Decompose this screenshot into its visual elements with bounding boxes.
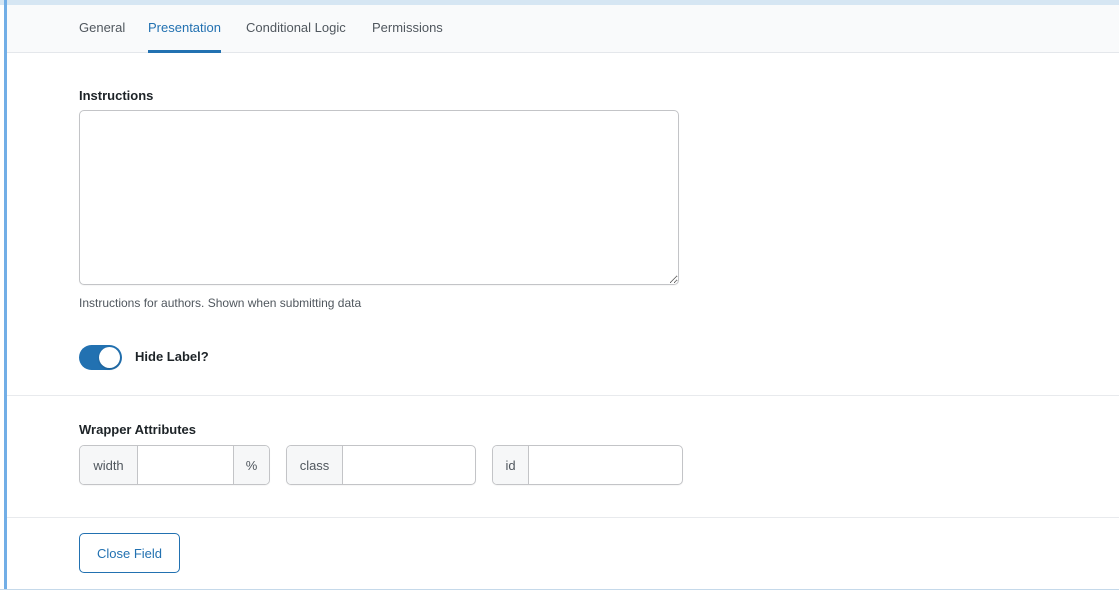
tab-presentation[interactable]: Presentation xyxy=(148,5,221,53)
wrapper-class-group: class xyxy=(286,445,476,485)
wrapper-width-group: width % xyxy=(79,445,270,485)
wrapper-id-group: id xyxy=(492,445,683,485)
instructions-label: Instructions xyxy=(79,88,154,103)
wrapper-attributes-label: Wrapper Attributes xyxy=(79,422,197,437)
wrapper-width-input[interactable] xyxy=(138,446,233,484)
settings-tabs: General Presentation Conditional Logic P… xyxy=(7,5,1119,53)
hide-label-text: Hide Label? xyxy=(135,349,209,364)
close-field-button[interactable]: Close Field xyxy=(79,533,180,573)
field-settings-panel: General Presentation Conditional Logic P… xyxy=(0,0,1119,590)
wrapper-id-input[interactable] xyxy=(529,446,682,484)
instructions-textarea[interactable] xyxy=(79,110,679,285)
toggle-knob xyxy=(99,347,120,368)
width-prepend-label: width xyxy=(80,446,138,484)
hide-label-toggle[interactable] xyxy=(79,345,122,370)
instructions-help-text: Instructions for authors. Shown when sub… xyxy=(79,296,362,310)
section-divider xyxy=(7,517,1119,518)
class-prepend-label: class xyxy=(287,446,343,484)
percent-append-label: % xyxy=(233,446,269,484)
tab-general[interactable]: General xyxy=(79,5,125,53)
section-divider xyxy=(7,395,1119,396)
wrapper-class-input[interactable] xyxy=(343,446,475,484)
id-prepend-label: id xyxy=(493,446,529,484)
tab-conditional-logic[interactable]: Conditional Logic xyxy=(246,5,346,53)
tab-permissions[interactable]: Permissions xyxy=(372,5,443,53)
left-accent-border xyxy=(4,0,7,590)
